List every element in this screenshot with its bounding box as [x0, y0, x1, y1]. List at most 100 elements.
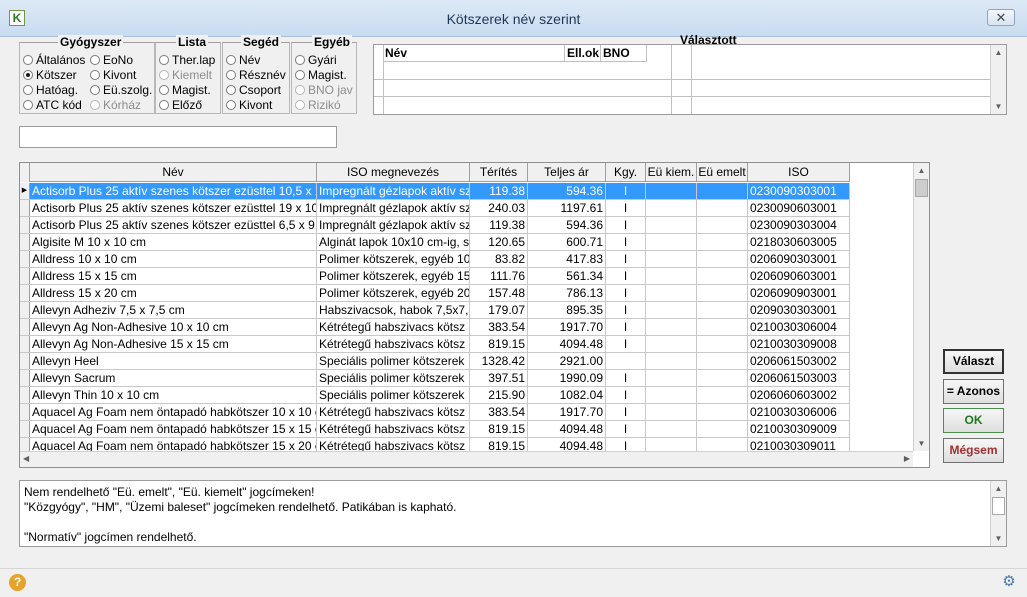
radio-magist[interactable]: Magist.: [159, 83, 211, 97]
info-line: Nem rendelhető "Eü. emelt", "Eü. kiemelt…: [24, 485, 315, 499]
row-header[interactable]: [20, 234, 30, 250]
help-icon[interactable]: ?: [9, 574, 26, 591]
radio-seged-kivont[interactable]: Kivont: [226, 98, 272, 112]
valaszt-button[interactable]: Választ: [943, 349, 1004, 374]
table-row[interactable]: Alldress 15 x 15 cm Polimer kötszerek, eg…: [20, 268, 850, 285]
radio-resznev[interactable]: Résznév: [226, 68, 286, 82]
scroll-thumb[interactable]: [992, 497, 1005, 515]
cell-teljes-ar: 1990.09: [528, 370, 606, 386]
scroll-up-icon[interactable]: ▲: [991, 481, 1006, 496]
col-header-kgy[interactable]: Kgy.: [606, 163, 646, 182]
cell-kgy: I: [606, 336, 646, 352]
table-row[interactable]: Allevyn Sacrum Speciális polimer kötszere…: [20, 370, 850, 387]
current-row-indicator[interactable]: ▶: [20, 183, 30, 199]
table-row[interactable]: Alldress 10 x 10 cm Polimer kötszerek, eg…: [20, 251, 850, 268]
col-header-terites[interactable]: Térítés: [470, 163, 528, 182]
scroll-down-icon[interactable]: ▼: [914, 436, 929, 451]
ok-button[interactable]: OK: [943, 408, 1004, 433]
group-egyeb: Egyéb Gyári Magist. BNO jav Rizikó: [291, 35, 357, 114]
radio-gyari[interactable]: Gyári: [295, 53, 337, 67]
table-row[interactable]: Algisite M 10 x 10 cm Alginát lapok 10x10…: [20, 234, 850, 251]
scroll-up-icon[interactable]: ▲: [914, 163, 929, 178]
cell-eu-emelt: [697, 183, 748, 199]
scroll-down-icon[interactable]: ▼: [991, 99, 1006, 114]
radio-elozo[interactable]: Előző: [159, 98, 202, 112]
table-row[interactable]: Allevyn Ag Non-Adhesive 15 x 15 cm Kétrét…: [20, 336, 850, 353]
radio-indicator: [159, 70, 169, 80]
close-button[interactable]: ✕: [987, 9, 1015, 26]
table-row[interactable]: Aquacel Ag Foam nem öntapadó habkötszer …: [20, 404, 850, 421]
row-header[interactable]: [20, 200, 30, 216]
cell-nev: Algisite M 10 x 10 cm: [30, 234, 317, 250]
info-scrollbar[interactable]: ▲ ▼: [990, 481, 1006, 546]
row-header[interactable]: [20, 319, 30, 335]
cell-iso: 0206090603001: [748, 268, 850, 284]
row-header[interactable]: [20, 387, 30, 403]
radio-atc-kod[interactable]: ATC kód: [23, 98, 82, 112]
selected-scrollbar[interactable]: ▲ ▼: [990, 45, 1006, 114]
table-row[interactable]: Allevyn Ag Non-Adhesive 10 x 10 cm Kétrét…: [20, 319, 850, 336]
row-header[interactable]: [20, 268, 30, 284]
scroll-down-icon[interactable]: ▼: [991, 531, 1006, 546]
table-row[interactable]: Actisorb Plus 25 aktív szenes kötszer ez…: [20, 200, 850, 217]
radio-altalanos[interactable]: Általános: [23, 53, 85, 67]
selected-row-divider: [374, 96, 990, 97]
row-header[interactable]: [20, 336, 30, 352]
cell-eu-emelt: [697, 353, 748, 369]
table-row[interactable]: Actisorb Plus 25 aktív szenes kötszer ez…: [20, 217, 850, 234]
scroll-up-icon[interactable]: ▲: [991, 45, 1006, 60]
row-header[interactable]: [20, 285, 30, 301]
row-header[interactable]: [20, 370, 30, 386]
scroll-left-icon[interactable]: ◀: [23, 454, 29, 463]
group-gyogyszer: Gyógyszer Általános EoNo Kötszer Kivont …: [19, 35, 155, 114]
radio-egyeb-magist[interactable]: Magist.: [295, 68, 347, 82]
azonos-button[interactable]: = Azonos: [943, 379, 1004, 404]
megsem-button[interactable]: Mégsem: [943, 438, 1004, 463]
radio-indicator: [90, 70, 100, 80]
row-header[interactable]: [20, 251, 30, 267]
cell-eu-emelt: [697, 336, 748, 352]
row-header[interactable]: [20, 404, 30, 420]
row-header[interactable]: [20, 302, 30, 318]
radio-csoport[interactable]: Csoport: [226, 83, 281, 97]
cell-terites: 119.38: [470, 217, 528, 233]
scroll-right-icon[interactable]: ▶: [904, 454, 910, 463]
table-row[interactable]: Allevyn Heel Speciális polimer kötszerek 1…: [20, 353, 850, 370]
table-row[interactable]: ▶ Actisorb Plus 25 aktív szenes kötszer e…: [20, 183, 850, 200]
radio-hatoag[interactable]: Hatóag.: [23, 83, 78, 97]
table-row[interactable]: Allevyn Thin 10 x 10 cm Speciális polimer…: [20, 387, 850, 404]
col-header-teljes-ar[interactable]: Teljes ár: [528, 163, 606, 182]
radio-eono[interactable]: EoNo: [90, 53, 133, 67]
col-header-nev[interactable]: Név: [30, 163, 317, 182]
col-header-eu-emelt[interactable]: Eü emelt: [697, 163, 748, 182]
row-header[interactable]: [20, 421, 30, 437]
cell-terites: 83.82: [470, 251, 528, 267]
col-header-eu-kiem[interactable]: Eü kiem.: [646, 163, 697, 182]
table-row[interactable]: Aquacel Ag Foam nem öntapadó habkötszer …: [20, 421, 850, 438]
cell-kgy: I: [606, 421, 646, 437]
cell-eu-kiem: [646, 200, 697, 216]
scroll-thumb[interactable]: [915, 179, 928, 197]
col-header-iso[interactable]: ISO: [748, 163, 850, 182]
radio-nev[interactable]: Név: [226, 53, 260, 67]
product-grid[interactable]: Név ISO megnevezés Térítés Teljes ár Kgy…: [19, 162, 930, 468]
cell-teljes-ar: 1917.70: [528, 319, 606, 335]
grid-horizontal-scrollbar[interactable]: ◀ ▶: [20, 451, 913, 467]
table-row[interactable]: Alldress 15 x 20 cm Polimer kötszerek, eg…: [20, 285, 850, 302]
grid-vertical-scrollbar[interactable]: ▲ ▼: [913, 163, 929, 451]
cell-iso-megnevezes: Impregnált gézlapok aktív sz: [319, 217, 470, 233]
selected-table[interactable]: Név Ell.ok BNO ▲ ▼: [373, 44, 1007, 115]
row-header[interactable]: [20, 217, 30, 233]
radio-indicator: [159, 55, 169, 65]
radio-kivont[interactable]: Kivont: [90, 68, 136, 82]
info-line: "Normatív" jogcímen rendelhető.: [24, 530, 197, 544]
radio-kotszer[interactable]: Kötszer: [23, 68, 77, 82]
gear-icon[interactable]: ⚙: [1001, 574, 1017, 590]
group-egyeb-title: Egyéb: [312, 35, 353, 49]
radio-ther-lap[interactable]: Ther.lap: [159, 53, 215, 67]
row-header[interactable]: [20, 353, 30, 369]
table-row[interactable]: Allevyn Adheziv 7,5 x 7,5 cm Habszivacsok…: [20, 302, 850, 319]
col-header-iso-megnevezes[interactable]: ISO megnevezés: [317, 163, 470, 182]
search-input[interactable]: [19, 126, 337, 148]
radio-eu-szolg[interactable]: Eü.szolg.: [90, 83, 152, 97]
